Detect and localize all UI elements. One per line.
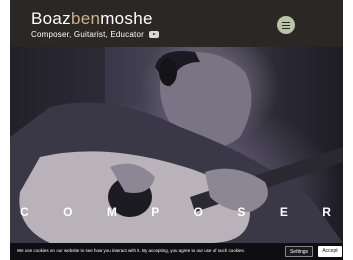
headline-letter: M bbox=[106, 205, 119, 219]
cookie-message: We use cookies on our website to see how… bbox=[17, 248, 246, 253]
cookie-accept-button[interactable]: Accept bbox=[318, 246, 342, 257]
logo-first-name: Boaz bbox=[31, 9, 71, 28]
site-header: Boazbenmoshe Composer, Guitarist, Educat… bbox=[10, 0, 343, 47]
tagline: Composer, Guitarist, Educator bbox=[31, 30, 144, 39]
headline-letter: P bbox=[151, 205, 162, 219]
site-logo[interactable]: Boazbenmoshe bbox=[31, 10, 153, 28]
headline-letter: R bbox=[322, 205, 333, 219]
hero-image: C O M P O S E R bbox=[10, 47, 343, 243]
menu-line bbox=[282, 27, 290, 29]
cookie-settings-button[interactable]: Settings bbox=[285, 246, 313, 257]
tagline-row: Composer, Guitarist, Educator bbox=[31, 30, 159, 39]
page-frame: Boazbenmoshe Composer, Guitarist, Educat… bbox=[10, 0, 343, 260]
headline-letter: S bbox=[237, 205, 248, 219]
headline-letter: E bbox=[279, 205, 290, 219]
menu-line bbox=[282, 21, 290, 23]
menu-line bbox=[282, 24, 290, 26]
youtube-icon[interactable] bbox=[148, 31, 159, 38]
cookie-consent-bar: We use cookies on our website to see how… bbox=[10, 243, 343, 260]
hamburger-menu-icon[interactable] bbox=[277, 16, 295, 34]
logo-last-name: moshe bbox=[100, 9, 153, 28]
headline-letter: O bbox=[193, 205, 205, 219]
hero-headline: C O M P O S E R bbox=[10, 205, 343, 219]
logo-middle-name: ben bbox=[70, 9, 101, 28]
headline-letter: C bbox=[20, 205, 31, 219]
headline-letter: O bbox=[63, 205, 75, 219]
